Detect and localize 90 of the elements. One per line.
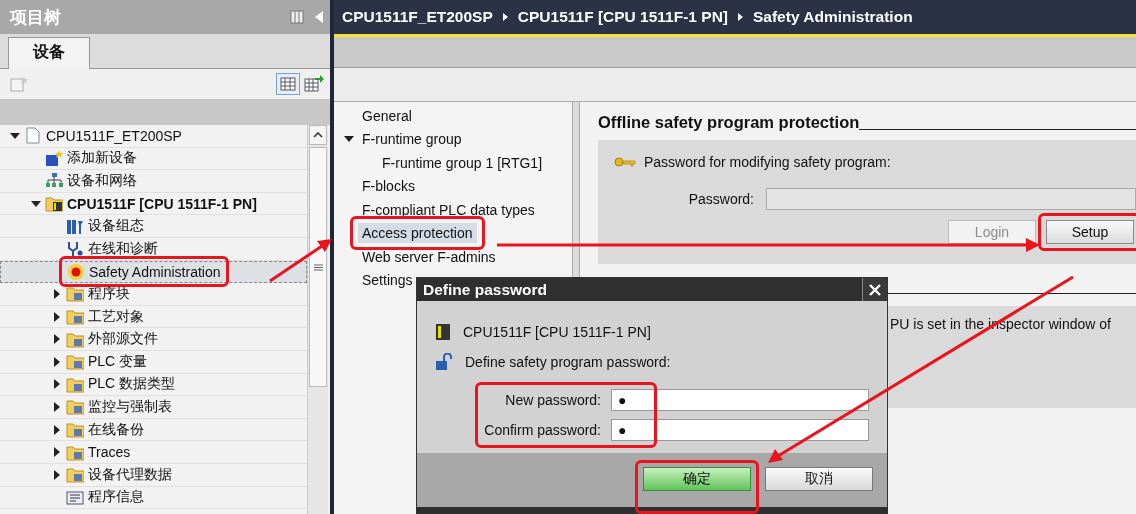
collapse-icon — [314, 10, 324, 24]
device-icon — [66, 217, 84, 235]
split-view-icon — [290, 10, 304, 24]
device-name: CPU1511F [CPU 1511F-1 PN] — [463, 324, 651, 340]
scroll-up-button[interactable] — [309, 125, 327, 145]
tree-item[interactable]: 设备代理数据 — [88, 465, 172, 484]
expand-arrow-icon[interactable] — [54, 447, 60, 458]
tree-item[interactable]: CPU1511F_ET200SP — [46, 127, 182, 144]
panel-tab[interactable]: 设备 — [8, 37, 90, 69]
device-icon — [435, 323, 451, 341]
unlock-icon — [435, 353, 453, 371]
tree-item[interactable]: 程序块 — [88, 284, 130, 303]
breadcrumb-item[interactable]: CPU1511F [CPU 1511F-1 PN] — [517, 8, 728, 26]
table-view-button[interactable] — [276, 73, 300, 95]
tree-item[interactable]: 监控与强制表 — [88, 397, 172, 416]
expand-arrow-icon[interactable] — [54, 311, 60, 322]
expand-arrow-icon[interactable] — [54, 356, 60, 367]
folder-icon — [66, 466, 84, 484]
field-label: Password: — [687, 191, 755, 207]
tree-item[interactable]: PLC 数据类型 — [88, 375, 176, 394]
setup-button[interactable]: Setup — [1046, 220, 1134, 244]
prompt-text: Password for modifying safety program: — [644, 154, 891, 170]
nav-item[interactable]: F-runtime group 1 [RTG1] — [378, 152, 547, 173]
grip-icon — [313, 263, 323, 271]
field-label: New password: — [504, 392, 602, 408]
new-item-icon — [10, 76, 28, 92]
folder-icon — [45, 195, 63, 213]
table-export-icon — [304, 75, 324, 93]
tree-item[interactable]: 在线和诊断 — [88, 239, 158, 258]
folder-icon — [66, 375, 84, 393]
breadcrumb-separator-icon — [502, 13, 508, 21]
safety-icon — [67, 263, 85, 281]
prompt-text: Define safety program password: — [465, 354, 671, 370]
expand-arrow-icon[interactable] — [54, 379, 60, 390]
collapse-arrow-icon[interactable] — [10, 132, 20, 139]
breadcrumb-separator-icon — [738, 13, 743, 21]
tree-item[interactable]: 添加新设备 — [67, 149, 137, 168]
diagnostics-icon — [66, 240, 84, 258]
folder-icon — [66, 330, 84, 348]
expand-arrow-icon[interactable] — [54, 334, 60, 345]
nav-item[interactable]: Access protection — [358, 223, 477, 244]
panel-title: 项目树 — [10, 6, 61, 29]
folder-icon — [66, 353, 84, 371]
tree-item[interactable]: Traces — [88, 444, 131, 461]
breadcrumb-item[interactable]: CPU1511F_ET200SP — [342, 8, 493, 26]
scrollbar-thumb[interactable] — [309, 147, 327, 387]
document-icon — [24, 127, 42, 145]
folder-icon — [66, 421, 84, 438]
expand-arrow-icon[interactable] — [54, 469, 60, 480]
folder-icon — [66, 308, 84, 326]
nav-item[interactable]: F-blocks — [358, 176, 419, 197]
ok-button[interactable]: 确定 — [643, 467, 751, 491]
nav-item[interactable]: F-runtime group — [358, 129, 466, 150]
section-title: Offline safety program protection — [598, 113, 860, 132]
tree-item[interactable]: 设备和网络 — [67, 172, 137, 190]
annotation-arrow — [269, 239, 332, 283]
add-device-icon — [45, 149, 63, 167]
password-field[interactable]: ● — [611, 419, 869, 441]
breadcrumb-item[interactable]: Safety Administration — [753, 8, 913, 26]
cancel-button[interactable]: 取消 — [765, 467, 873, 491]
close-button[interactable] — [862, 278, 887, 301]
tree-item[interactable]: 外部源文件 — [88, 330, 158, 349]
collapse-arrow-icon[interactable] — [344, 136, 354, 143]
tree-item[interactable]: 工艺对象 — [88, 307, 144, 326]
password-field[interactable]: ● — [611, 389, 869, 411]
key-icon — [614, 156, 636, 168]
table-icon — [280, 77, 296, 91]
nav-item[interactable]: General — [358, 105, 416, 126]
nav-item[interactable]: Settings — [358, 270, 417, 291]
nav-item[interactable]: Web server F-admins — [358, 246, 500, 267]
close-icon — [868, 282, 882, 297]
tree-item[interactable]: PLC 变量 — [88, 352, 148, 371]
folder-icon — [66, 443, 84, 461]
folder-icon — [66, 285, 84, 303]
field-label: Confirm password: — [483, 422, 602, 438]
nav-item[interactable]: F-compliant PLC data types — [358, 199, 539, 220]
network-icon — [45, 172, 63, 190]
expand-arrow-icon[interactable] — [54, 424, 60, 435]
folder-icon — [66, 398, 84, 416]
expand-arrow-icon[interactable] — [54, 288, 60, 299]
info-icon — [66, 488, 84, 506]
expand-arrow-icon[interactable] — [54, 401, 60, 412]
caret-up-icon — [313, 132, 323, 138]
dialog-title: Define password — [423, 280, 548, 299]
password-field[interactable] — [766, 188, 1136, 210]
tree-item[interactable]: 设备组态 — [88, 217, 144, 236]
tree-item[interactable]: CPU1511F [CPU 1511F-1 PN] — [67, 195, 257, 212]
scrollbar[interactable] — [307, 125, 328, 514]
tree-item[interactable]: 在线备份 — [88, 420, 144, 439]
tree-item[interactable]: 程序信息 — [88, 488, 144, 507]
